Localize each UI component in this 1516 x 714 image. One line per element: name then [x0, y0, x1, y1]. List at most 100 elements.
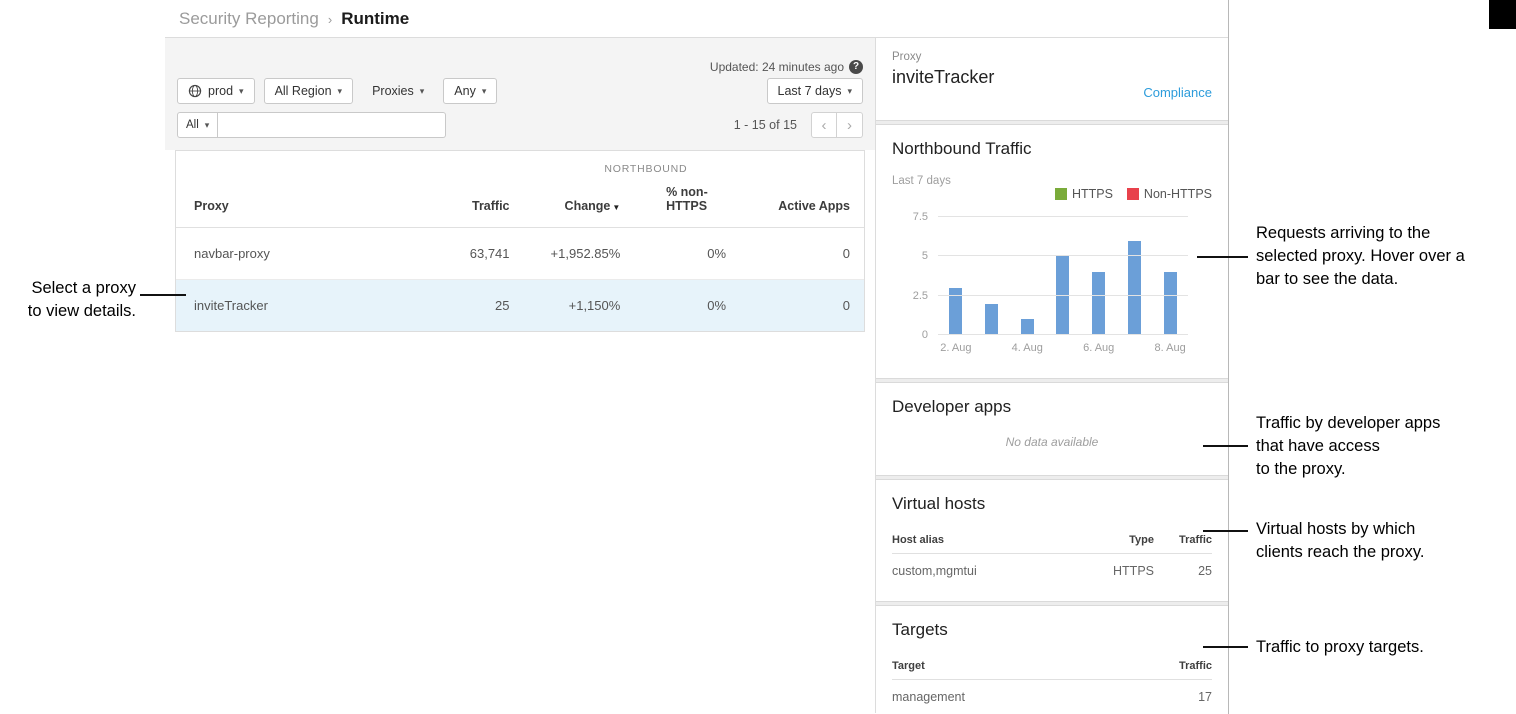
chart-x-tick-label: 6. Aug [1083, 342, 1114, 354]
table-row-navbar-proxy[interactable]: navbar-proxy 63,741 +1,952.85% 0% 0 [176, 228, 864, 280]
caret-down-icon: ▾ [239, 86, 244, 97]
column-header-traffic: Traffic [1154, 534, 1212, 546]
callout-line-developer-apps [1203, 445, 1248, 447]
main-content: Updated: 24 minutes ago ? prod [165, 38, 1228, 713]
chart-y-tick-label: 2.5 [913, 290, 928, 302]
globe-icon [188, 84, 202, 98]
non-https-header-label: % non-HTTPS [666, 185, 726, 213]
chart-bar[interactable] [1056, 256, 1069, 335]
cell-non-https: 0% [634, 280, 740, 332]
chart-bar[interactable] [985, 304, 998, 335]
chart-bars [938, 217, 1188, 335]
table-header-row: Proxy Traffic Change▼ % non-HTTPS Active… [176, 175, 864, 228]
cell-type: HTTPS [1064, 564, 1154, 578]
filter-dropdowns: prod ▾ All Region ▾ Proxies ▾ [177, 78, 497, 104]
search-scope-dropdown[interactable]: All ▾ [177, 112, 218, 138]
chart-legend: HTTPS Non-HTTPS [1055, 187, 1212, 201]
help-icon[interactable]: ? [849, 60, 863, 74]
chart-x-tick-label: 8. Aug [1155, 342, 1186, 354]
corner-box [1489, 0, 1516, 29]
annotation-select-proxy: Select a proxy to view details. [0, 277, 136, 323]
column-header-change[interactable]: Change▼ [524, 175, 635, 228]
legend-label: Non-HTTPS [1144, 187, 1212, 201]
legend-label: HTTPS [1072, 187, 1113, 201]
virtual-host-row[interactable]: custom,mgmtui HTTPS 25 [892, 554, 1212, 587]
chevron-left-icon: ‹ [822, 117, 827, 134]
cell-traffic: 63,741 [428, 228, 524, 280]
annotation-virtual-hosts: Virtual hosts by which clients reach the… [1256, 518, 1516, 564]
caret-down-icon: ▾ [482, 86, 487, 97]
cell-active-apps: 0 [740, 280, 864, 332]
breadcrumb-parent[interactable]: Security Reporting [179, 9, 319, 29]
legend-item-https: HTTPS [1055, 187, 1113, 201]
cell-change: +1,150% [524, 280, 635, 332]
environment-label: prod [208, 84, 233, 98]
pagination-next-button[interactable]: › [837, 112, 863, 138]
proxies-label: Proxies [372, 84, 414, 98]
region-dropdown[interactable]: All Region ▾ [264, 78, 354, 104]
callout-line-targets [1203, 646, 1248, 648]
column-header-active-apps[interactable]: Active Apps [740, 175, 864, 228]
region-label: All Region [275, 84, 332, 98]
chart-y-axis: 02.557.5 [892, 217, 938, 335]
detail-type-label: Proxy [892, 51, 1212, 63]
legend-swatch [1055, 188, 1067, 200]
column-header-host-alias: Host alias [892, 534, 1064, 546]
virtual-hosts-header-row: Host alias Type Traffic [892, 528, 1212, 554]
compliance-link[interactable]: Compliance [1143, 85, 1212, 100]
page-title: Runtime [341, 9, 409, 29]
cell-traffic: 17 [1154, 690, 1212, 704]
target-row[interactable]: management 17 [892, 680, 1212, 713]
targets-section: Targets Target Traffic management 17 [876, 606, 1228, 713]
pagination-prev-button[interactable]: ‹ [811, 112, 837, 138]
pagination: 1 - 15 of 15 ‹ › [734, 112, 863, 138]
chevron-right-icon: › [847, 117, 852, 134]
search-group: All ▾ [177, 112, 446, 138]
developer-apps-section: Developer apps No data available [876, 383, 1228, 475]
annotation-chart: Requests arriving to the selected proxy.… [1256, 222, 1516, 291]
table-row-invitetracker-selected[interactable]: inviteTracker 25 +1,150% 0% 0 [176, 280, 864, 332]
environment-dropdown[interactable]: prod ▾ [177, 78, 255, 104]
column-header-type: Type [1064, 534, 1154, 546]
cell-traffic: 25 [428, 280, 524, 332]
virtual-hosts-title: Virtual hosts [892, 494, 1212, 514]
proxy-table: NORTHBOUND Proxy Traffic Change▼ % non-H… [175, 150, 865, 332]
updated-status: Updated: 24 minutes ago ? [710, 60, 863, 74]
proxy-detail-panel: Proxy inviteTracker Compliance Northboun… [875, 38, 1228, 713]
chart-bar[interactable] [1092, 272, 1105, 335]
any-dropdown[interactable]: Any ▾ [443, 78, 497, 104]
virtual-hosts-table: Host alias Type Traffic custom,mgmtui HT… [892, 528, 1212, 587]
proxy-list-panel: Updated: 24 minutes ago ? prod [165, 38, 875, 713]
chart-bar[interactable] [1164, 272, 1177, 335]
cell-host-alias: custom,mgmtui [892, 564, 1064, 578]
caret-down-icon: ▾ [338, 86, 343, 97]
chart-gridline [938, 255, 1188, 256]
chart-y-tick-label: 5 [922, 250, 928, 262]
column-header-non-https[interactable]: % non-HTTPS [634, 175, 740, 228]
cell-active-apps: 0 [740, 228, 864, 280]
cell-proxy-name: navbar-proxy [176, 228, 428, 280]
proxies-dropdown[interactable]: Proxies ▾ [362, 78, 434, 104]
date-range-dropdown[interactable]: Last 7 days ▾ [767, 78, 863, 104]
annotation-developer-apps: Traffic by developer apps that have acce… [1256, 412, 1516, 481]
virtual-hosts-section: Virtual hosts Host alias Type Traffic cu… [876, 480, 1228, 601]
search-input[interactable] [218, 112, 446, 138]
chart-gridline [938, 295, 1188, 296]
chart-bar[interactable] [1021, 319, 1034, 335]
chart-gridline [938, 334, 1188, 335]
column-header-proxy[interactable]: Proxy [176, 175, 428, 228]
group-header-spacer [176, 151, 428, 175]
app-window: Security Reporting › Runtime Updated: 24… [165, 0, 1228, 714]
column-header-traffic[interactable]: Traffic [428, 175, 524, 228]
cell-change: +1,952.85% [524, 228, 635, 280]
targets-title: Targets [892, 620, 1212, 640]
cell-proxy-name: inviteTracker [176, 280, 428, 332]
chart-x-axis: 2. Aug4. Aug6. Aug8. Aug [938, 342, 1188, 358]
chart-x-tick-label: 2. Aug [940, 342, 971, 354]
chart-subtitle: Last 7 days [892, 175, 1212, 187]
developer-apps-title: Developer apps [892, 397, 1212, 417]
caret-down-icon: ▾ [205, 120, 210, 131]
callout-line-virtual-hosts [1203, 530, 1248, 532]
pager-buttons: ‹ › [811, 112, 863, 138]
chart-section-title: Northbound Traffic [892, 139, 1212, 159]
